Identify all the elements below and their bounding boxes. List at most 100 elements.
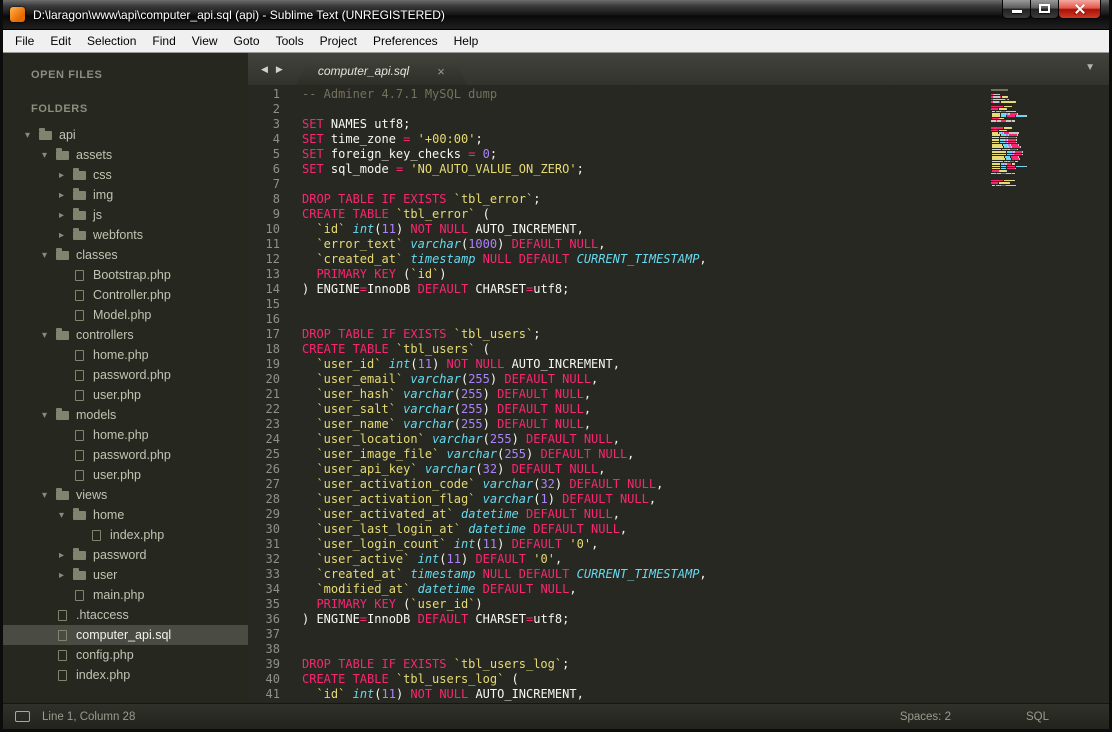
code-line[interactable]: 3SET NAMES utf8; (248, 117, 1109, 132)
tab-close-icon[interactable]: × (437, 64, 445, 79)
tree-item-models[interactable]: ▾models (3, 405, 248, 425)
chevron-right-icon[interactable]: ▸ (59, 210, 73, 221)
chevron-down-icon[interactable]: ▾ (25, 130, 39, 141)
minimize-button[interactable] (1002, 0, 1031, 19)
code-line[interactable]: 22 `user_salt` varchar(255) DEFAULT NULL… (248, 402, 1109, 417)
tree-item-controllers[interactable]: ▾controllers (3, 325, 248, 345)
chevron-down-icon[interactable]: ▾ (42, 490, 56, 501)
tree-item-user.php[interactable]: user.php (3, 385, 248, 405)
tree-item-index.php[interactable]: index.php (3, 665, 248, 685)
chevron-right-icon[interactable]: ▸ (59, 550, 73, 561)
menu-item-file[interactable]: File (7, 31, 42, 51)
code-line[interactable]: 24 `user_location` varchar(255) DEFAULT … (248, 432, 1109, 447)
minimap[interactable] (991, 89, 1049, 187)
tree-item-computer-api.sql[interactable]: computer_api.sql (3, 625, 248, 645)
tree-item-css[interactable]: ▸css (3, 165, 248, 185)
code-line[interactable]: 1-- Adminer 4.7.1 MySQL dump (248, 87, 1109, 102)
title-bar[interactable]: D:\laragon\www\api\computer_api.sql (api… (3, 0, 1109, 30)
code-line[interactable]: 26 `user_api_key` varchar(32) DEFAULT NU… (248, 462, 1109, 477)
code-line[interactable]: 34 `modified_at` datetime DEFAULT NULL, (248, 582, 1109, 597)
tree-item-bootstrap.php[interactable]: Bootstrap.php (3, 265, 248, 285)
tree-item-views[interactable]: ▾views (3, 485, 248, 505)
syntax-setting[interactable]: SQL (1026, 711, 1049, 723)
code-line[interactable]: 32 `user_active` int(11) DEFAULT '0', (248, 552, 1109, 567)
code-line[interactable]: 10 `id` int(11) NOT NULL AUTO_INCREMENT, (248, 222, 1109, 237)
tree-item-index.php[interactable]: index.php (3, 525, 248, 545)
close-button[interactable] (1058, 0, 1101, 19)
menu-item-tools[interactable]: Tools (268, 31, 312, 51)
menu-item-goto[interactable]: Goto (226, 31, 268, 51)
code-line[interactable]: 30 `user_last_login_at` datetime DEFAULT… (248, 522, 1109, 537)
code-line[interactable]: 17DROP TABLE IF EXISTS `tbl_users`; (248, 327, 1109, 342)
code-line[interactable]: 13 PRIMARY KEY (`id`) (248, 267, 1109, 282)
code-line[interactable]: 38 (248, 642, 1109, 657)
maximize-button[interactable] (1030, 0, 1059, 19)
menu-item-preferences[interactable]: Preferences (365, 31, 446, 51)
code-line[interactable]: 35 PRIMARY KEY (`user_id`) (248, 597, 1109, 612)
tree-item-webfonts[interactable]: ▸webfonts (3, 225, 248, 245)
code-line[interactable]: 8DROP TABLE IF EXISTS `tbl_error`; (248, 192, 1109, 207)
code-line[interactable]: 14) ENGINE=InnoDB DEFAULT CHARSET=utf8; (248, 282, 1109, 297)
tab-overflow-icon[interactable]: ▼ (1085, 62, 1095, 73)
tree-item-config.php[interactable]: config.php (3, 645, 248, 665)
menu-item-view[interactable]: View (184, 31, 226, 51)
code-line[interactable]: 37 (248, 627, 1109, 642)
tree-item-home[interactable]: ▾home (3, 505, 248, 525)
code-line[interactable]: 15 (248, 297, 1109, 312)
tree-item-model.php[interactable]: Model.php (3, 305, 248, 325)
menu-item-help[interactable]: Help (446, 31, 487, 51)
tree-item-.htaccess[interactable]: .htaccess (3, 605, 248, 625)
code-line[interactable]: 31 `user_login_count` int(11) DEFAULT '0… (248, 537, 1109, 552)
tree-item-main.php[interactable]: main.php (3, 585, 248, 605)
code-line[interactable]: 39DROP TABLE IF EXISTS `tbl_users_log`; (248, 657, 1109, 672)
tab-computer-api-sql[interactable]: computer_api.sql × (296, 57, 467, 85)
open-files-header[interactable]: OPEN FILES (31, 69, 248, 81)
code-line[interactable]: 27 `user_activation_code` varchar(32) DE… (248, 477, 1109, 492)
tree-item-user[interactable]: ▸user (3, 565, 248, 585)
tree-item-js[interactable]: ▸js (3, 205, 248, 225)
tree-item-home.php[interactable]: home.php (3, 345, 248, 365)
indentation-setting[interactable]: Spaces: 2 (900, 711, 951, 723)
code-line[interactable]: 40CREATE TABLE `tbl_users_log` ( (248, 672, 1109, 687)
folders-header[interactable]: FOLDERS (31, 103, 248, 115)
tab-scroll-left-icon[interactable]: ◀ (258, 62, 271, 77)
code-line[interactable]: 4SET time_zone = '+00:00'; (248, 132, 1109, 147)
menu-item-find[interactable]: Find (144, 31, 183, 51)
chevron-right-icon[interactable]: ▸ (59, 230, 73, 241)
menu-item-selection[interactable]: Selection (79, 31, 144, 51)
code-line[interactable]: 11 `error_text` varchar(1000) DEFAULT NU… (248, 237, 1109, 252)
tree-item-assets[interactable]: ▾assets (3, 145, 248, 165)
status-panel-icon[interactable] (15, 711, 30, 722)
code-line[interactable]: 41 `id` int(11) NOT NULL AUTO_INCREMENT, (248, 687, 1109, 702)
code-line[interactable]: 18CREATE TABLE `tbl_users` ( (248, 342, 1109, 357)
code-line[interactable]: 9CREATE TABLE `tbl_error` ( (248, 207, 1109, 222)
code-line[interactable]: 33 `created_at` timestamp NULL DEFAULT C… (248, 567, 1109, 582)
code-line[interactable]: 36) ENGINE=InnoDB DEFAULT CHARSET=utf8; (248, 612, 1109, 627)
code-line[interactable]: 2 (248, 102, 1109, 117)
tree-item-password.php[interactable]: password.php (3, 445, 248, 465)
chevron-right-icon[interactable]: ▸ (59, 570, 73, 581)
tree-item-home.php[interactable]: home.php (3, 425, 248, 445)
chevron-right-icon[interactable]: ▸ (59, 190, 73, 201)
tree-item-password[interactable]: ▸password (3, 545, 248, 565)
code-line[interactable]: 20 `user_email` varchar(255) DEFAULT NUL… (248, 372, 1109, 387)
code-line[interactable]: 19 `user_id` int(11) NOT NULL AUTO_INCRE… (248, 357, 1109, 372)
editor[interactable]: 1-- Adminer 4.7.1 MySQL dump23SET NAMES … (248, 85, 1109, 703)
menu-item-project[interactable]: Project (312, 31, 365, 51)
chevron-down-icon[interactable]: ▾ (59, 510, 73, 521)
code-line[interactable]: 16 (248, 312, 1109, 327)
code-line[interactable]: 6SET sql_mode = 'NO_AUTO_VALUE_ON_ZERO'; (248, 162, 1109, 177)
chevron-down-icon[interactable]: ▾ (42, 410, 56, 421)
code-line[interactable]: 28 `user_activation_flag` varchar(1) DEF… (248, 492, 1109, 507)
code-line[interactable]: 21 `user_hash` varchar(255) DEFAULT NULL… (248, 387, 1109, 402)
tree-item-password.php[interactable]: password.php (3, 365, 248, 385)
chevron-right-icon[interactable]: ▸ (59, 170, 73, 181)
code-line[interactable]: 5SET foreign_key_checks = 0; (248, 147, 1109, 162)
tree-item-controller.php[interactable]: Controller.php (3, 285, 248, 305)
menu-item-edit[interactable]: Edit (42, 31, 79, 51)
tree-item-api[interactable]: ▾api (3, 125, 248, 145)
tree-item-classes[interactable]: ▾classes (3, 245, 248, 265)
code-line[interactable]: 29 `user_activated_at` datetime DEFAULT … (248, 507, 1109, 522)
code-line[interactable]: 7 (248, 177, 1109, 192)
code-line[interactable]: 12 `created_at` timestamp NULL DEFAULT C… (248, 252, 1109, 267)
